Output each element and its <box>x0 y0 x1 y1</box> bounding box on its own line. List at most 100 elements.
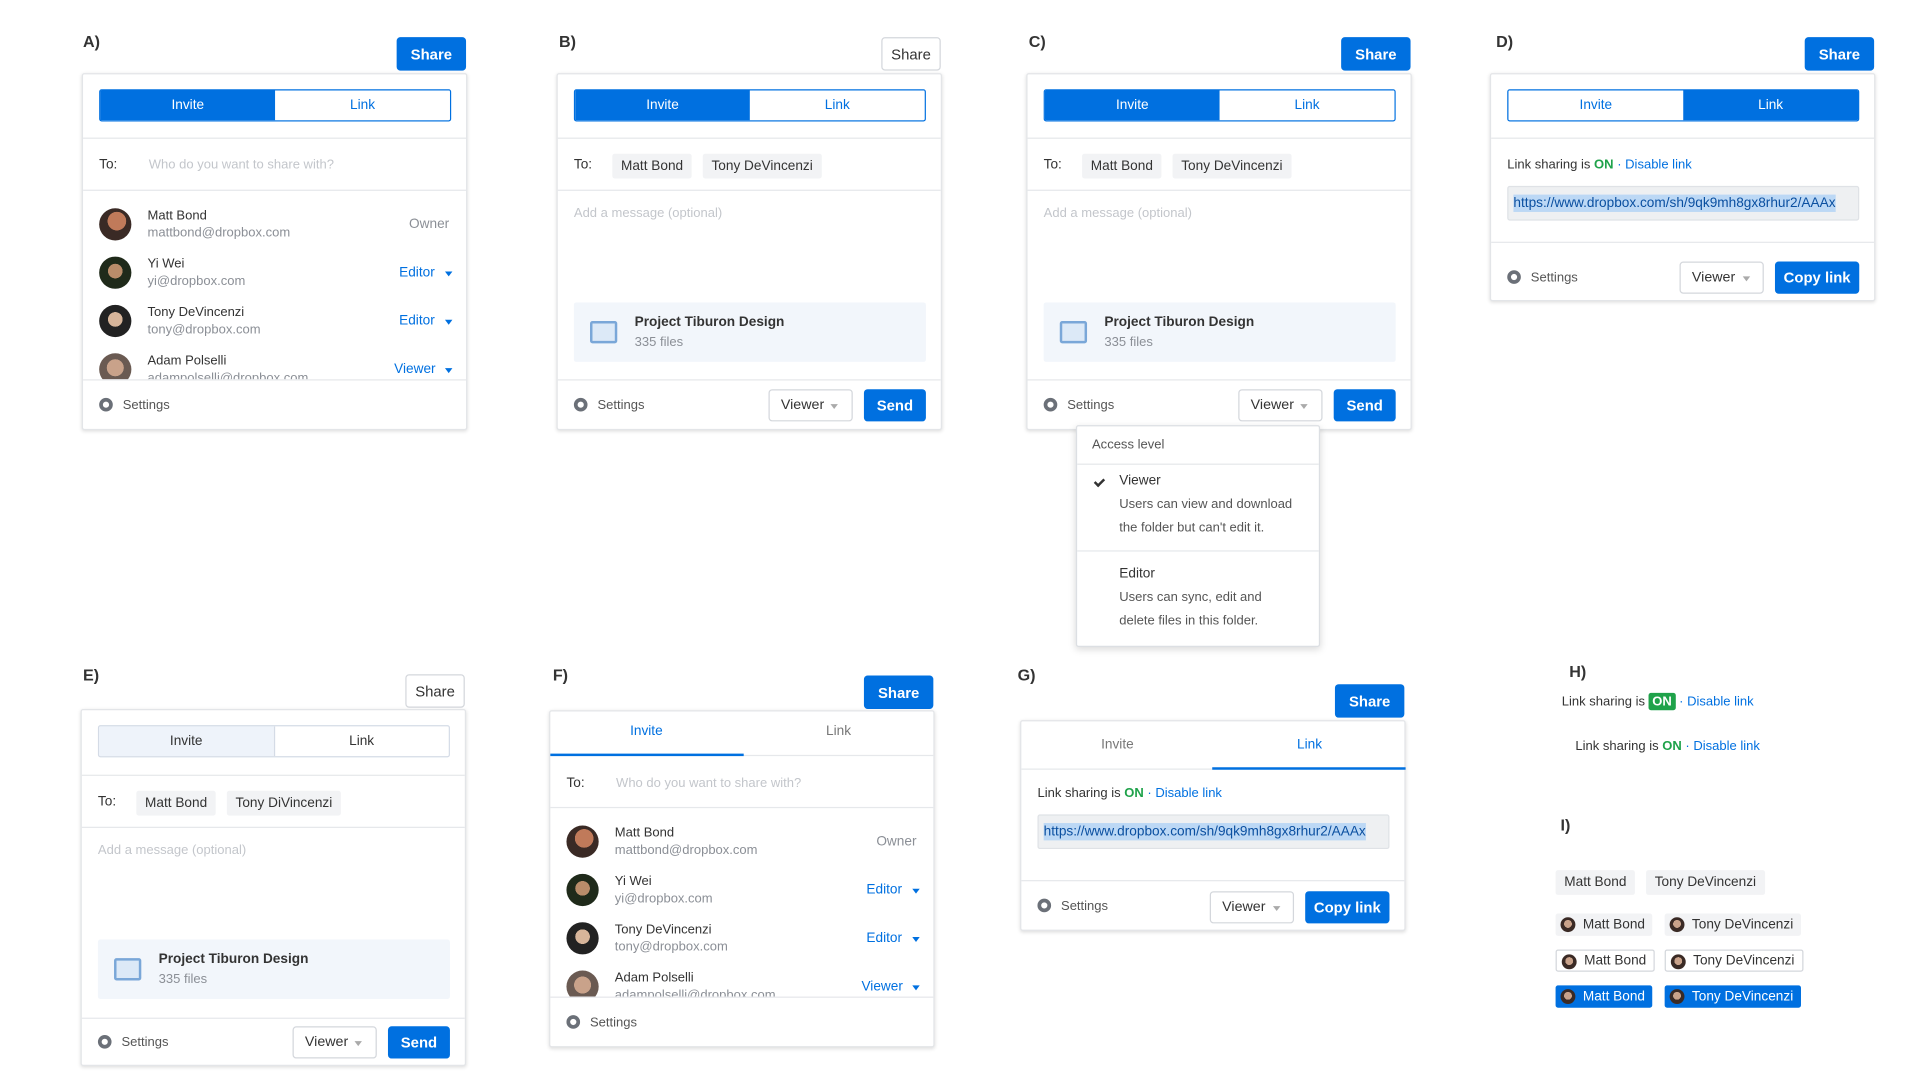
tab-link[interactable]: Link <box>742 724 934 739</box>
shared-folder-icon <box>1059 321 1088 344</box>
mockup-sheet: A) Share Invite Link To: Who do you want… <box>0 0 1920 1080</box>
tab-invite[interactable]: Invite <box>1508 90 1684 121</box>
send-button[interactable]: Send <box>387 1026 450 1059</box>
share-dialog-e: Invite Link To: Matt Bond Tony DiVincenz… <box>80 708 467 1066</box>
tab-link[interactable]: Link <box>1683 90 1859 121</box>
recipient-chip-avatar-selected[interactable]: Matt Bond <box>1555 985 1653 1008</box>
link-status-label: Link sharing is <box>1561 694 1645 709</box>
share-button[interactable]: Share <box>396 37 467 71</box>
settings-link[interactable]: Settings <box>1531 270 1578 285</box>
message-input[interactable]: Add a message (optional) <box>1044 206 1192 221</box>
access-select[interactable]: Viewer <box>768 389 853 422</box>
recipient-chip-avatar[interactable]: Matt Bond <box>1555 913 1653 936</box>
role-dropdown[interactable]: Viewer <box>394 362 435 377</box>
role-dropdown[interactable]: Editor <box>866 931 902 946</box>
recipient-chip[interactable]: Tony DeVincenzi <box>1646 870 1765 895</box>
disable-link[interactable]: Disable link <box>1155 786 1222 801</box>
tab-invite[interactable]: Invite <box>100 90 276 121</box>
chip-label: Tony DeVincenzi <box>1693 953 1795 969</box>
role-dropdown[interactable]: Editor <box>399 314 435 329</box>
active-tab-indicator <box>550 753 744 757</box>
member-email: tony@dropbox.com <box>147 322 261 338</box>
settings-link[interactable]: Settings <box>123 398 170 413</box>
recipient-chip-avatar[interactable]: Tony DeVincenzi <box>1664 913 1801 936</box>
disable-link[interactable]: Disable link <box>1687 694 1754 709</box>
chevron-down-icon <box>354 1041 362 1047</box>
access-select[interactable]: Viewer <box>292 1026 377 1059</box>
tab-link[interactable]: Link <box>1219 90 1395 121</box>
share-url-field[interactable]: https://www.dropbox.com/sh/9qk9mh8gx8rhu… <box>1037 814 1390 850</box>
recipient-chip[interactable]: Matt Bond <box>136 790 216 816</box>
avatar <box>566 970 599 997</box>
share-button[interactable]: Share <box>405 674 465 708</box>
to-input[interactable]: Who do you want to share with? <box>149 157 334 172</box>
chip-label: Tony DeVincenzi <box>1691 917 1794 933</box>
access-select[interactable]: Viewer <box>1679 261 1764 294</box>
tab-invite[interactable]: Invite <box>1021 738 1213 753</box>
share-url-field[interactable]: https://www.dropbox.com/sh/9qk9mh8gx8rhu… <box>1507 185 1860 221</box>
chevron-down-icon <box>444 368 453 374</box>
recipient-chip[interactable]: Tony DeVincenzi <box>1172 153 1292 179</box>
settings-link[interactable]: Settings <box>590 1015 637 1030</box>
access-level-dropdown: Access level Viewer Users can view and d… <box>1075 425 1321 648</box>
recipient-chip[interactable]: Matt Bond <box>1082 153 1162 179</box>
settings-link[interactable]: Settings <box>597 398 644 413</box>
shared-folder-icon <box>114 958 142 981</box>
tab-invite[interactable]: Invite <box>1044 90 1220 121</box>
share-button[interactable]: Share <box>863 675 934 709</box>
share-button[interactable]: Share <box>881 37 941 71</box>
invite-link-toggle: Invite Link <box>1043 89 1396 122</box>
copy-link-button[interactable]: Copy link <box>1774 261 1860 294</box>
share-button[interactable]: Share <box>1341 37 1411 71</box>
share-button[interactable]: Share <box>1334 684 1405 718</box>
recipient-chip-avatar-selected[interactable]: Tony DeVincenzi <box>1664 985 1801 1008</box>
role-dropdown[interactable]: Viewer <box>861 979 902 994</box>
settings-link[interactable]: Settings <box>121 1035 168 1050</box>
share-dialog-f: Invite Link To: Who do you want to share… <box>549 710 935 1048</box>
tab-link[interactable]: Link <box>273 726 449 757</box>
recipient-chip[interactable]: Matt Bond <box>612 153 692 179</box>
option-editor[interactable]: Editor Users can sync, edit and delete f… <box>1077 558 1319 642</box>
tab-invite[interactable]: Invite <box>575 90 750 121</box>
member-name: Yi Wei <box>147 256 185 272</box>
tab-invite[interactable]: Invite <box>550 724 742 739</box>
member-email: adampolselli@dropbox.com <box>147 370 309 380</box>
tab-invite[interactable]: Invite <box>99 726 274 757</box>
message-input[interactable]: Add a message (optional) <box>574 206 722 221</box>
recipient-chip-avatar-hover[interactable]: Tony DeVincenzi <box>1664 949 1804 972</box>
label-a: A) <box>83 32 101 51</box>
option-viewer-desc: the folder but can't edit it. <box>1119 520 1265 536</box>
recipient-chip[interactable]: Matt Bond <box>1555 870 1636 895</box>
disable-link[interactable]: Disable link <box>1693 739 1760 754</box>
access-select[interactable]: Viewer <box>1238 389 1323 422</box>
message-input[interactable]: Add a message (optional) <box>98 843 246 858</box>
tab-link[interactable]: Link <box>275 90 450 121</box>
link-status-on: ON <box>1662 738 1682 754</box>
settings-link[interactable]: Settings <box>1061 899 1108 914</box>
settings-link[interactable]: Settings <box>1067 398 1114 413</box>
link-status-on: ON <box>1594 157 1614 173</box>
chevron-down-icon <box>1742 276 1751 282</box>
disable-link[interactable]: Disable link <box>1625 157 1692 172</box>
chip-label: Tony DeVincenzi <box>1691 989 1794 1004</box>
option-editor-desc: Users can sync, edit and <box>1119 590 1262 605</box>
send-button[interactable]: Send <box>1333 389 1396 422</box>
recipient-chip[interactable]: Tony DeVincenzi <box>702 153 822 179</box>
link-status: Link sharing is ON · Disable link <box>1507 157 1691 172</box>
active-tab-indicator <box>1212 767 1406 770</box>
send-button[interactable]: Send <box>863 389 926 422</box>
copy-link-button[interactable]: Copy link <box>1305 891 1390 924</box>
recipient-chip[interactable]: Tony DiVincenzi <box>226 790 341 816</box>
option-viewer[interactable]: Viewer Users can view and download the f… <box>1077 465 1319 549</box>
access-select[interactable]: Viewer <box>1209 891 1295 924</box>
share-dialog-c: Invite Link To: Matt Bond Tony DeVincenz… <box>1026 73 1412 431</box>
tab-link[interactable]: Link <box>1213 738 1405 753</box>
role-dropdown[interactable]: Editor <box>866 883 902 898</box>
recipient-chip-avatar-hover[interactable]: Matt Bond <box>1555 949 1655 972</box>
tab-link[interactable]: Link <box>749 90 925 121</box>
share-button[interactable]: Share <box>1804 37 1875 71</box>
role-dropdown[interactable]: Editor <box>399 265 435 280</box>
label-h: H) <box>1569 661 1587 681</box>
separator-dot: · <box>1147 785 1152 801</box>
to-input[interactable]: Who do you want to share with? <box>616 776 801 791</box>
